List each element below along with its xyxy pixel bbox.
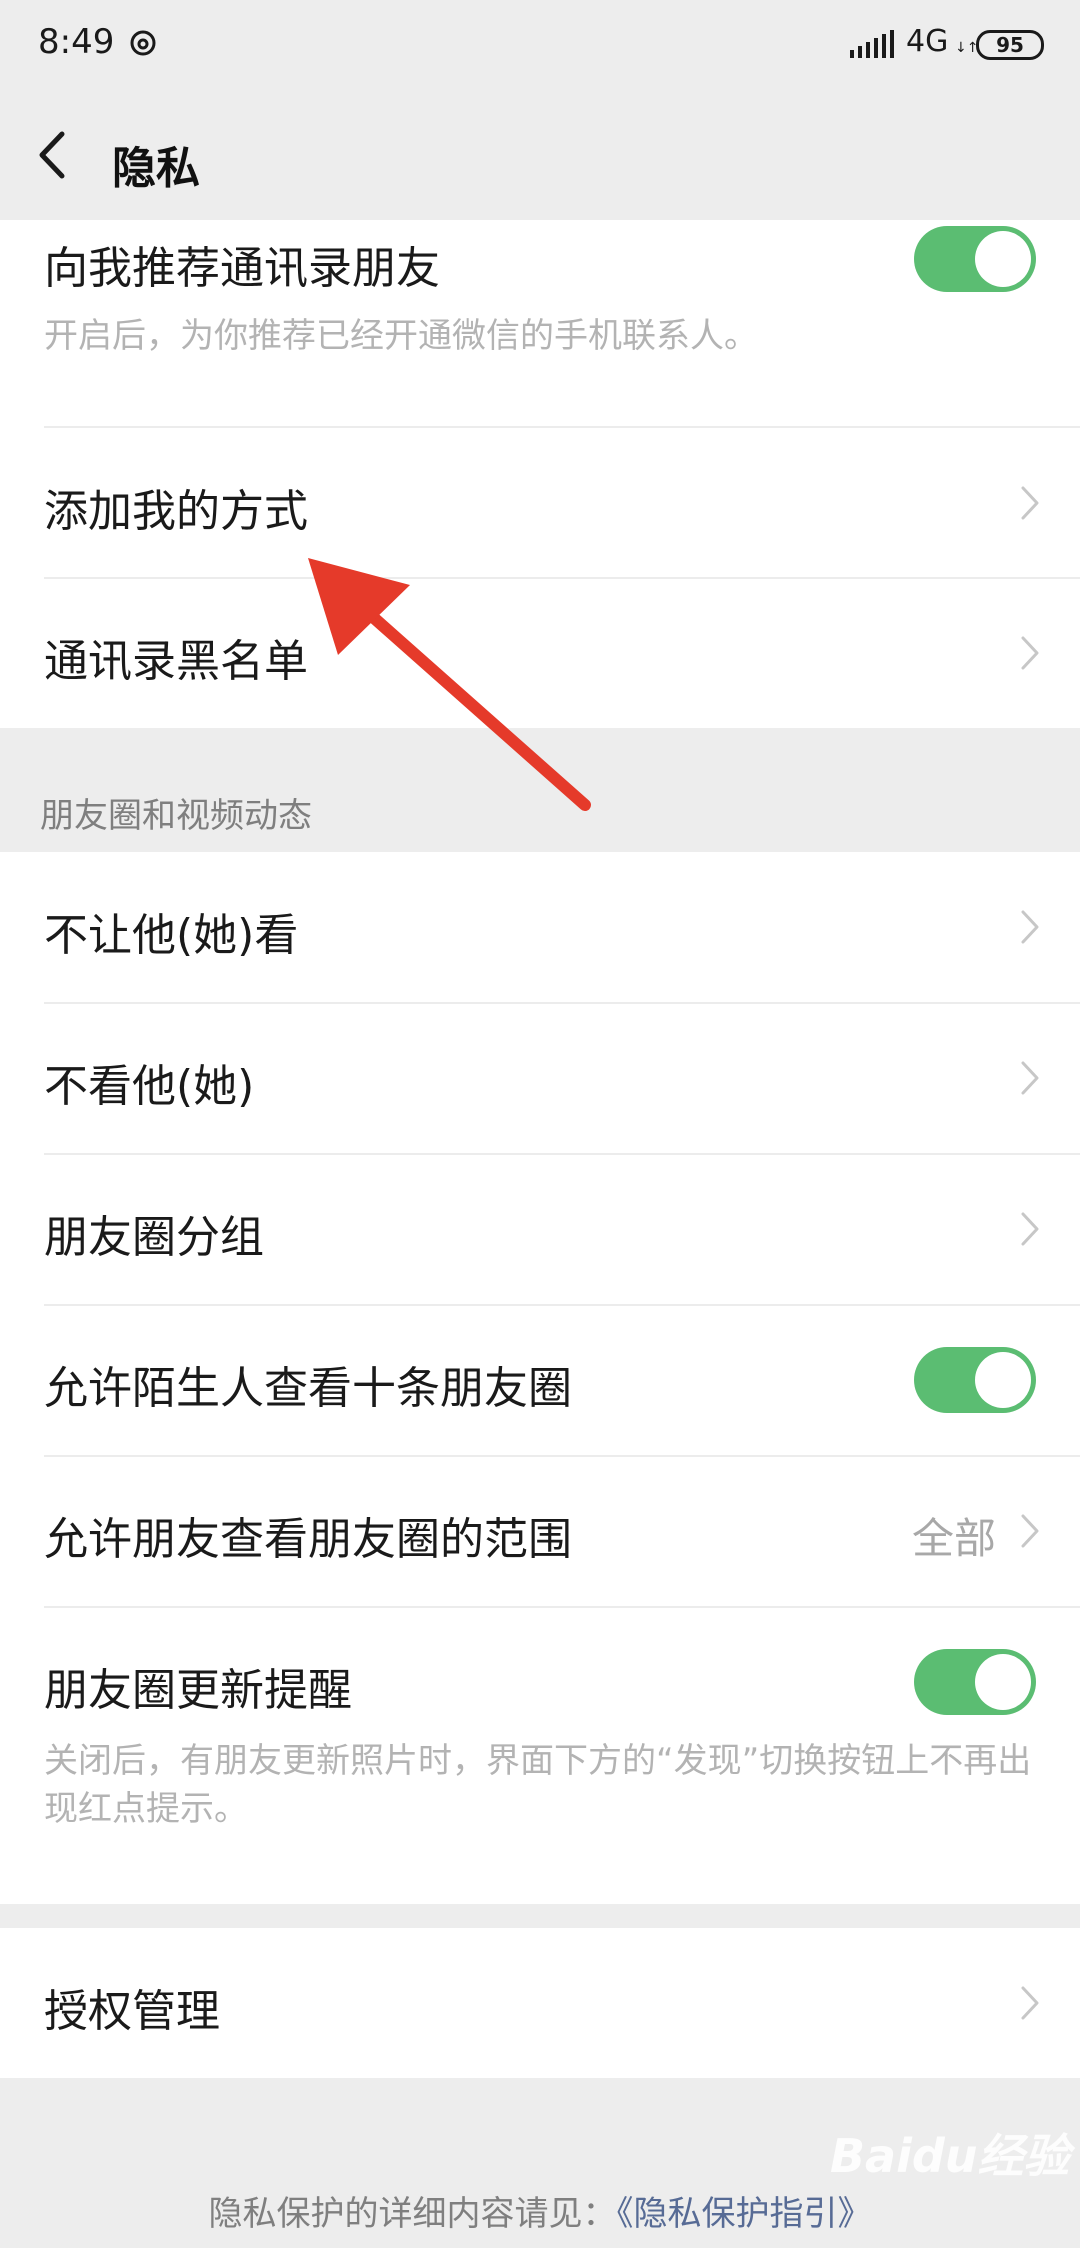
privacy-settings-page: 8:49 4G ↓↑ 95 隐私 向我推荐通讯录朋友 开启后，为你推荐已经开通微…	[0, 0, 1080, 2248]
status-bar: 8:49 4G ↓↑ 95	[0, 0, 1080, 90]
chevron-right-icon	[1021, 1212, 1039, 1246]
stranger-view-toggle[interactable]	[914, 1347, 1036, 1413]
privacy-footer: 隐私保护的详细内容请见：《隐私保护指引》	[0, 2186, 1080, 2235]
chevron-right-icon	[1021, 486, 1039, 520]
moments-update-reminder-row: 朋友圈更新提醒 关闭后，有朋友更新照片时，界面下方的“发现”切换按钮上不再出现红…	[0, 1607, 1080, 1904]
moments-update-reminder-description: 关闭后，有朋友更新照片时，界面下方的“发现”切换按钮上不再出现红点提示。	[44, 1741, 1032, 1829]
chevron-right-icon	[1021, 1061, 1039, 1095]
hide-their-moments-label: 不看他(她)	[44, 1061, 255, 1112]
moments-update-reminder-label: 朋友圈更新提醒	[44, 1665, 352, 1716]
authorization-row[interactable]: 授权管理	[0, 1928, 1080, 2078]
network-type: 4G	[906, 24, 949, 59]
moments-section-header: 朋友圈和视频动态	[40, 796, 312, 836]
moments-groups-row[interactable]: 朋友圈分组	[0, 1154, 1080, 1304]
toggle-knob	[975, 231, 1031, 287]
moments-groups-label: 朋友圈分组	[44, 1212, 264, 1263]
back-arrow-icon[interactable]	[34, 128, 74, 182]
chevron-right-icon	[1021, 1514, 1039, 1548]
battery-icon: 95	[976, 30, 1044, 60]
baidu-jingyan-watermark: Baidu经验	[830, 2120, 1070, 2186]
page-title: 隐私	[112, 143, 200, 194]
recommend-contacts-description: 开启后，为你推荐已经开通微信的手机联系人。	[44, 316, 758, 356]
authorization-group: 授权管理	[0, 1928, 1080, 2078]
friends-view-range-row[interactable]: 允许朋友查看朋友圈的范围 全部	[0, 1456, 1080, 1606]
status-time: 8:49	[38, 22, 115, 62]
stranger-view-row: 允许陌生人查看十条朋友圈	[0, 1305, 1080, 1455]
blocklist-label: 通讯录黑名单	[44, 636, 308, 687]
recommend-contacts-toggle[interactable]	[914, 226, 1036, 292]
hide-their-moments-row[interactable]: 不看他(她)	[0, 1003, 1080, 1153]
navigation-bar: 隐私	[0, 90, 1080, 220]
chevron-right-icon	[1021, 1986, 1039, 2020]
hide-my-moments-label: 不让他(她)看	[44, 910, 299, 961]
authorization-label: 授权管理	[44, 1986, 220, 2037]
toggle-knob	[975, 1654, 1031, 1710]
add-methods-label: 添加我的方式	[44, 486, 308, 537]
hide-my-moments-row[interactable]: 不让他(她)看	[0, 852, 1080, 1002]
footer-text: 隐私保护的详细内容请见：	[208, 2194, 617, 2234]
stranger-view-label: 允许陌生人查看十条朋友圈	[44, 1363, 572, 1414]
recommend-contacts-row: 向我推荐通讯录朋友 开启后，为你推荐已经开通微信的手机联系人。	[0, 220, 1080, 428]
annotation-arrow-icon	[308, 558, 591, 811]
friends-view-range-value: 全部	[911, 1514, 996, 1563]
watermark-text: Baidu经验	[830, 2129, 1070, 2183]
recommend-contacts-label: 向我推荐通讯录朋友	[44, 243, 440, 294]
moments-settings-group: 不让他(她)看 不看他(她) 朋友圈分组 允许陌生人查看十条朋友圈 允许朋友查看…	[0, 852, 1080, 1904]
data-activity-icon: ↓↑	[955, 40, 979, 56]
privacy-guide-link[interactable]: 《隐私保护指引》	[617, 2194, 872, 2234]
moments-update-reminder-toggle[interactable]	[914, 1649, 1036, 1715]
chevron-right-icon	[1021, 910, 1039, 944]
friends-view-range-label: 允许朋友查看朋友圈的范围	[44, 1514, 572, 1565]
toggle-knob	[975, 1352, 1031, 1408]
battery-level: 95	[996, 33, 1024, 57]
chevron-right-icon	[1021, 636, 1039, 670]
signal-strength-icon	[850, 30, 894, 58]
netease-music-icon	[130, 30, 156, 56]
